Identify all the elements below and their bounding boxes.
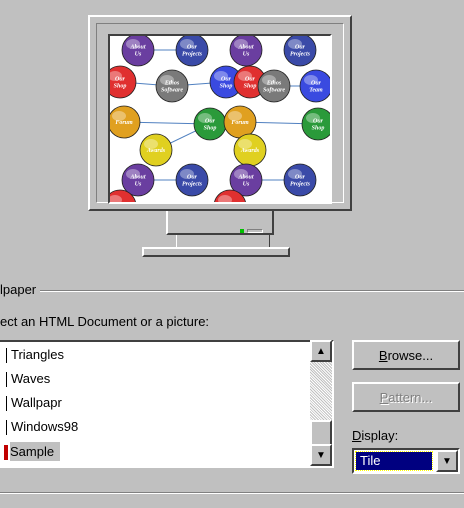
browse-label: Browse... bbox=[378, 347, 434, 363]
item-icon bbox=[6, 348, 7, 364]
dropdown-button[interactable]: ▼ bbox=[436, 450, 458, 472]
list-item[interactable]: Windows98 bbox=[0, 415, 78, 439]
list-item[interactable]: Waves bbox=[0, 367, 50, 391]
wallpaper-preview-image: AboutUsOurProjectsAboutUsOurProjectsOurS… bbox=[110, 36, 330, 202]
monitor-base bbox=[142, 247, 290, 257]
svg-text:About: About bbox=[237, 175, 253, 181]
svg-text:Our: Our bbox=[295, 45, 306, 51]
svg-text:Ethos: Ethos bbox=[164, 81, 180, 87]
svg-text:Forum: Forum bbox=[115, 120, 133, 126]
svg-text:Projects: Projects bbox=[182, 52, 203, 58]
preview-bubble: OurTeam bbox=[299, 69, 330, 103]
svg-text:Our: Our bbox=[115, 77, 126, 83]
svg-text:Our: Our bbox=[221, 77, 232, 83]
svg-text:Us: Us bbox=[243, 182, 250, 188]
wallpaper-listbox[interactable]: Triangles Waves Wallpapr Windows98 Sampl… bbox=[0, 340, 334, 468]
preview-bubble: EthosSoftware bbox=[257, 69, 291, 103]
item-icon bbox=[6, 372, 7, 388]
wallpaper-group-label: lpaper bbox=[0, 282, 41, 298]
chevron-down-icon: ▼ bbox=[442, 455, 452, 467]
listbox-scrollbar[interactable]: ▲ ▼ bbox=[310, 340, 332, 466]
svg-text:About: About bbox=[129, 45, 145, 51]
scroll-thumb[interactable] bbox=[310, 420, 332, 446]
item-icon bbox=[6, 396, 7, 412]
preview-bubble: OurProjects bbox=[283, 163, 317, 197]
svg-text:Ethos: Ethos bbox=[266, 81, 282, 87]
preview-bubble: EthosSoftware bbox=[155, 69, 189, 103]
svg-text:Shop: Shop bbox=[204, 126, 217, 132]
svg-text:Software: Software bbox=[263, 88, 285, 94]
browse-button[interactable]: Browse... bbox=[352, 340, 460, 370]
display-dropdown[interactable]: Tile ▼ bbox=[352, 448, 460, 474]
scroll-down-button[interactable]: ▼ bbox=[310, 444, 332, 466]
svg-text:Our: Our bbox=[205, 119, 216, 125]
list-item[interactable]: Wallpapr bbox=[0, 391, 62, 415]
pattern-label: Pattern... bbox=[379, 389, 433, 405]
preview-bubble: Forum bbox=[223, 105, 257, 139]
group-divider bbox=[0, 290, 464, 292]
pattern-button[interactable]: Pattern... bbox=[352, 382, 460, 412]
svg-text:Us: Us bbox=[135, 182, 142, 188]
svg-text:Our: Our bbox=[313, 119, 324, 125]
svg-text:Awards: Awards bbox=[146, 148, 166, 154]
svg-text:Our: Our bbox=[295, 175, 306, 181]
preview-bubble: OurProjects bbox=[283, 36, 317, 67]
preview-bubble: OurShop bbox=[110, 65, 137, 99]
scroll-up-button[interactable]: ▲ bbox=[310, 340, 332, 362]
html-file-icon bbox=[4, 445, 8, 461]
svg-text:Us: Us bbox=[243, 52, 250, 58]
svg-text:Our: Our bbox=[187, 175, 198, 181]
svg-text:Team: Team bbox=[309, 88, 323, 94]
svg-text:Forum: Forum bbox=[231, 120, 249, 126]
arrow-down-icon: ▼ bbox=[316, 449, 326, 461]
preview-bubble: AboutUs bbox=[121, 36, 155, 67]
svg-text:Shop: Shop bbox=[312, 126, 325, 132]
preview-bubble: AboutUs bbox=[229, 36, 263, 67]
preview-bubble: OurShop bbox=[301, 107, 330, 141]
svg-text:Our: Our bbox=[245, 77, 256, 83]
svg-text:Software: Software bbox=[161, 88, 183, 94]
preview-bubble: Awards bbox=[139, 133, 173, 167]
svg-text:Projects: Projects bbox=[290, 52, 311, 58]
display-label: Display: bbox=[352, 428, 399, 443]
svg-text:Shop: Shop bbox=[114, 84, 127, 90]
display-value: Tile bbox=[355, 451, 433, 471]
bottom-divider bbox=[0, 492, 464, 494]
list-item[interactable]: Triangles bbox=[0, 343, 64, 367]
power-led-icon bbox=[240, 229, 244, 233]
wallpaper-instruction: ect an HTML Document or a picture: bbox=[0, 314, 210, 329]
item-icon bbox=[6, 420, 7, 436]
svg-text:Awards: Awards bbox=[240, 148, 260, 154]
monitor-stand bbox=[176, 235, 270, 247]
svg-text:About: About bbox=[129, 175, 145, 181]
svg-text:Projects: Projects bbox=[290, 182, 311, 188]
power-slot bbox=[247, 229, 263, 233]
preview-bubble: Awards bbox=[233, 133, 267, 167]
preview-bubble: Forum bbox=[110, 105, 141, 139]
svg-text:Shop: Shop bbox=[244, 84, 257, 90]
preview-bubble: OurProjects bbox=[175, 36, 209, 67]
svg-text:Shop: Shop bbox=[220, 84, 233, 90]
svg-text:About: About bbox=[237, 45, 253, 51]
list-item-selected[interactable]: Sample bbox=[0, 440, 61, 464]
svg-text:Us: Us bbox=[135, 52, 142, 58]
svg-text:Our: Our bbox=[311, 81, 322, 87]
preview-bubble: OurProjects bbox=[175, 163, 209, 197]
wallpaper-preview-screen: About Us Our Projects About Us Our Projects Our S… bbox=[108, 34, 332, 204]
svg-text:Projects: Projects bbox=[182, 182, 203, 188]
preview-bubble: OurShop bbox=[193, 107, 227, 141]
svg-text:Our: Our bbox=[187, 45, 198, 51]
arrow-up-icon: ▲ bbox=[316, 345, 326, 357]
